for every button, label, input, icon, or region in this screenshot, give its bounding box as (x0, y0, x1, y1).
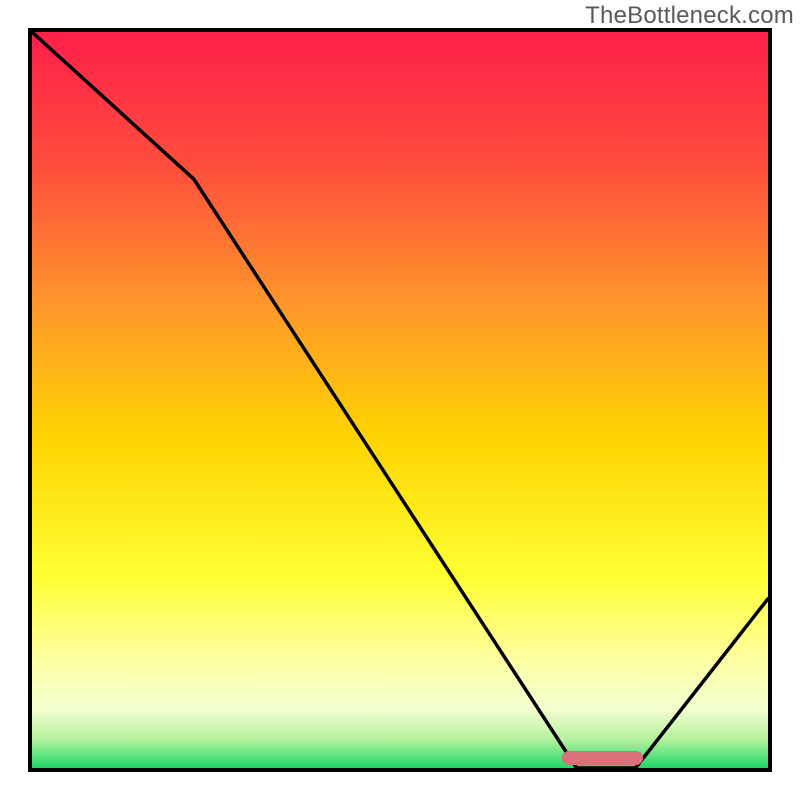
watermark-label: TheBottleneck.com (585, 2, 794, 30)
chart-canvas: TheBottleneck.com (0, 0, 800, 800)
bottleneck-curve (32, 32, 768, 768)
plot-frame (28, 28, 772, 772)
sweet-spot-marker (562, 751, 643, 765)
